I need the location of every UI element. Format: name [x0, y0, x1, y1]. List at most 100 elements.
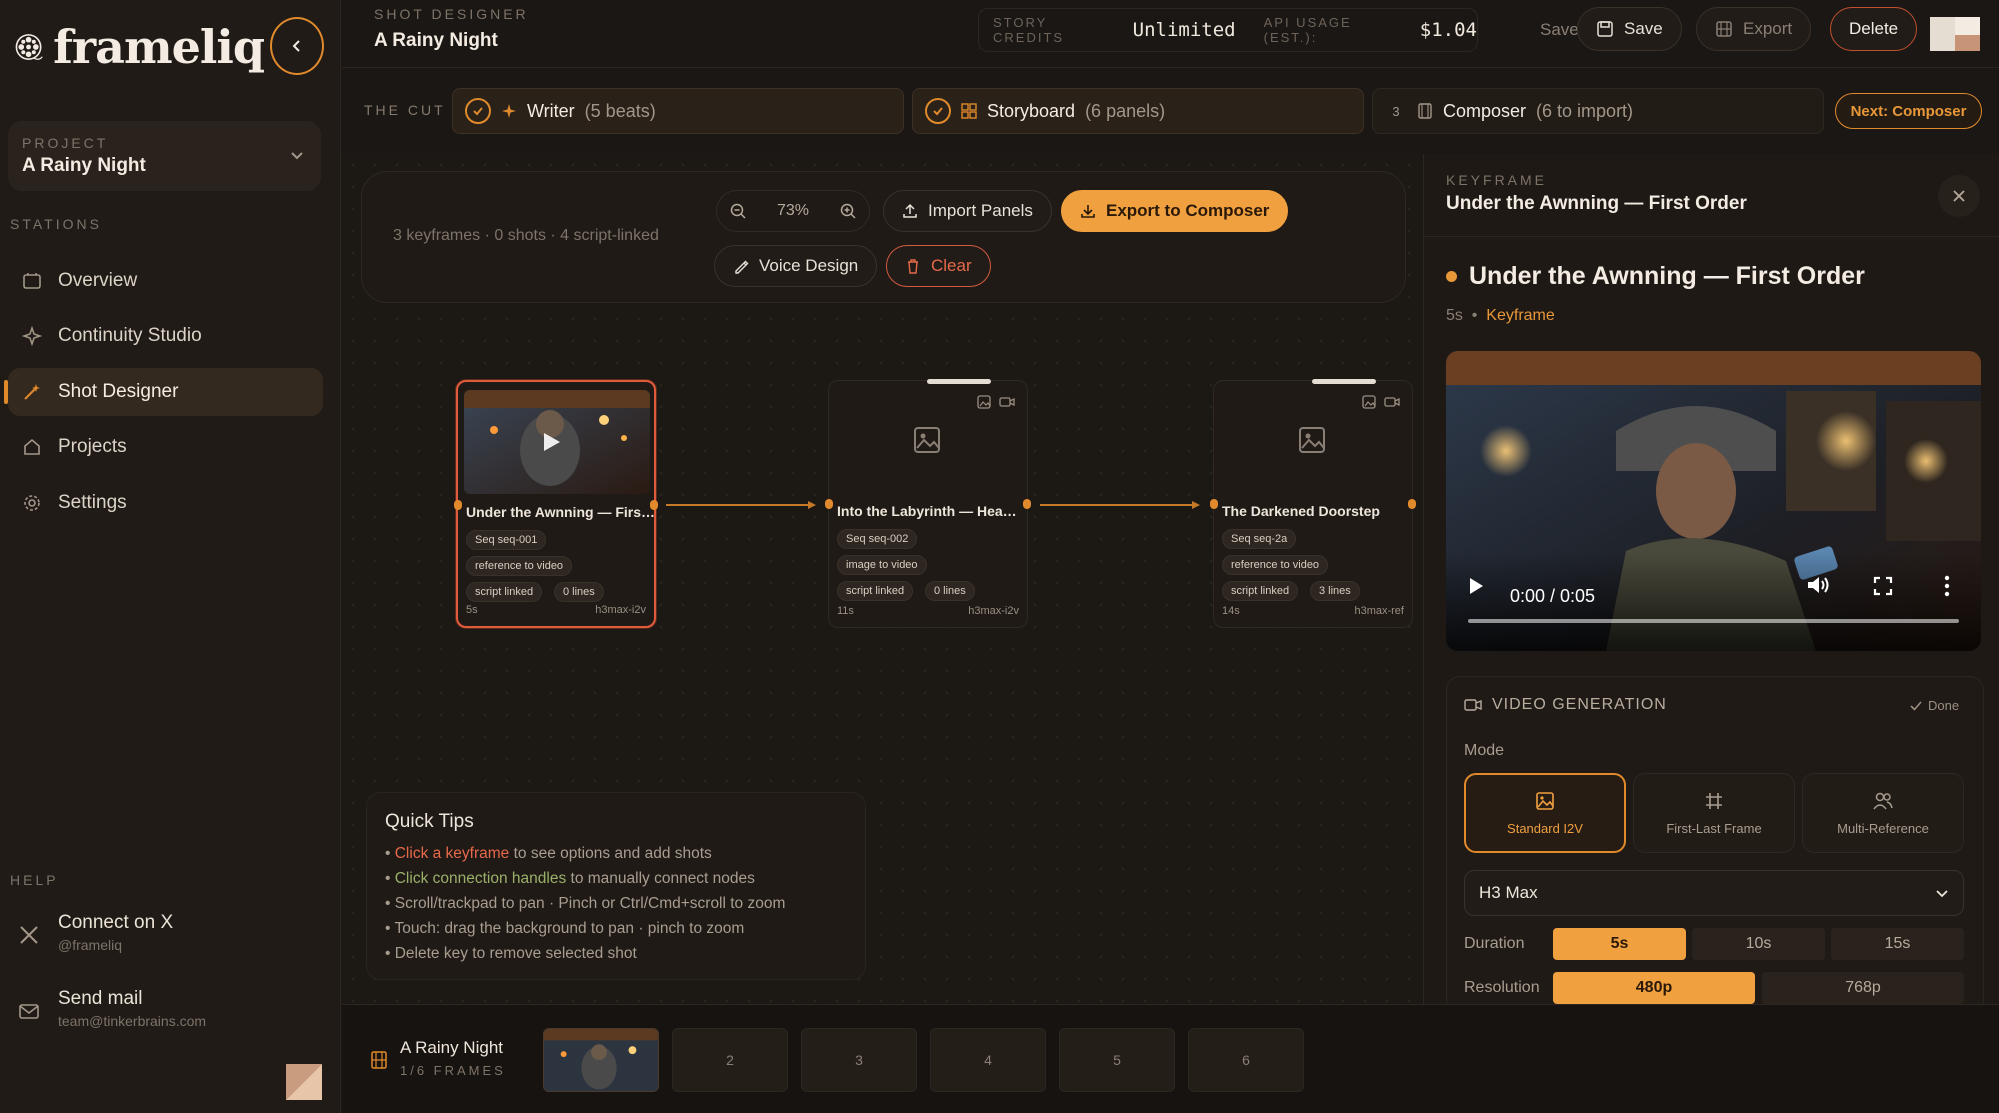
keyframe-meta: 5s • Keyframe	[1446, 307, 1555, 325]
connection-handle[interactable]	[1210, 499, 1218, 509]
keyframe-node[interactable]: Into the Labyrinth — Hea… Seq seq-002 im…	[825, 379, 1031, 628]
export-to-composer-button[interactable]: Export to Composer	[1061, 190, 1289, 232]
app-logo[interactable]: frameliq	[14, 12, 265, 82]
fullscreen-icon[interactable]	[1873, 576, 1893, 596]
model-select[interactable]: H3 Max	[1464, 870, 1964, 916]
connection-edge[interactable]	[666, 501, 816, 509]
zoom-out-icon	[730, 203, 746, 219]
connection-handle[interactable]	[825, 499, 833, 509]
help-item-title: Send mail	[58, 988, 143, 1009]
export-button[interactable]: Export	[1696, 7, 1812, 51]
video-progress-bar[interactable]	[1468, 619, 1959, 623]
connection-handle[interactable]	[454, 500, 462, 510]
more-options-icon[interactable]	[1944, 575, 1950, 597]
sidebar-item-settings[interactable]: Settings	[8, 479, 323, 527]
image-placeholder-icon	[914, 427, 940, 453]
image-icon[interactable]	[1362, 395, 1376, 409]
import-panels-button[interactable]: Import Panels	[883, 190, 1052, 232]
mode-standard-i2v[interactable]: Standard I2V	[1464, 773, 1626, 853]
avatar[interactable]	[286, 1064, 322, 1100]
play-icon[interactable]	[1468, 577, 1484, 595]
node-tag	[927, 379, 991, 384]
mode-first-last-frame[interactable]: First-Last Frame	[1633, 773, 1795, 853]
chevron-down-icon	[291, 152, 303, 160]
chevron-down-icon	[1936, 890, 1948, 898]
step-number: 3	[1392, 103, 1400, 119]
video-player[interactable]: 0:00 / 0:05	[1446, 351, 1981, 651]
sidebar-item-label: Projects	[58, 436, 127, 457]
frame-slot[interactable]: 4	[930, 1028, 1046, 1092]
keyframe-node[interactable]: Under the Awnning — Firs… Seq seq-001 re…	[454, 380, 658, 628]
stations-caption: STATIONS	[10, 216, 102, 232]
clear-button[interactable]: Clear	[886, 245, 991, 287]
connection-handle[interactable]	[650, 500, 658, 510]
canvas-summary: 3 keyframes · 0 shots · 4 script-linked	[393, 227, 659, 245]
frame-slot[interactable]: 5	[1059, 1028, 1175, 1092]
sequence-chip: Seq seq-002	[837, 529, 918, 549]
sparkle-icon	[502, 104, 516, 118]
story-credits-label: STORY CREDITS	[993, 15, 1065, 45]
help-item-subtitle: @frameliq	[58, 937, 123, 953]
resolution-option-768p[interactable]: 768p	[1762, 972, 1964, 1004]
film-reel-logo-icon	[15, 34, 43, 60]
sidebar-item-label: Shot Designer	[58, 381, 179, 402]
sidebar-item-continuity-studio[interactable]: Continuity Studio	[8, 312, 323, 360]
check-icon	[1910, 700, 1922, 711]
video-generation-header: VIDEO GENERATION	[1464, 696, 1667, 714]
step-writer[interactable]: Writer (5 beats)	[452, 88, 904, 134]
mode-multi-reference[interactable]: Multi-Reference	[1802, 773, 1964, 853]
sidebar-item-label: Settings	[58, 492, 127, 513]
chevron-left-icon	[292, 40, 300, 52]
mode-label-text: First-Last Frame	[1666, 820, 1762, 836]
video-timecode: 0:00 / 0:05	[1510, 586, 1596, 606]
image-icon[interactable]	[977, 395, 991, 409]
connection-handle[interactable]	[1408, 499, 1416, 509]
theme-toggle[interactable]	[1930, 17, 1980, 51]
send-mail-link[interactable]: Send mail team@tinkerbrains.com	[18, 988, 206, 1029]
lines-chip: 3 lines	[1310, 581, 1360, 601]
frame-slot[interactable]: 3	[801, 1028, 917, 1092]
node-media-icons	[1362, 395, 1400, 409]
frame-thumbnail	[544, 1029, 658, 1091]
close-inspector-button[interactable]	[1938, 175, 1980, 217]
keyframe-node[interactable]: The Darkened Doorstep Seq seq-2a referen…	[1210, 379, 1416, 628]
inspector-caption: KEYFRAME	[1446, 172, 1548, 188]
collapse-sidebar-button[interactable]	[270, 17, 324, 75]
meta-separator: •	[1471, 307, 1478, 324]
tip-line: • Delete key to remove selected shot	[385, 945, 637, 962]
save-button[interactable]: Save	[1577, 7, 1682, 51]
project-selector[interactable]: PROJECT A Rainy Night	[8, 121, 321, 191]
duration-option-10s[interactable]: 10s	[1692, 928, 1825, 960]
sidebar-item-overview[interactable]: Overview	[8, 257, 323, 305]
brand-wordmark: frameliq	[53, 20, 265, 74]
delete-button[interactable]: Delete	[1830, 7, 1918, 51]
mode-label-text: Standard I2V	[1507, 820, 1583, 836]
volume-icon[interactable]	[1806, 575, 1830, 595]
duration-option-5s[interactable]: 5s	[1553, 928, 1686, 960]
resolution-option-480p[interactable]: 480p	[1553, 972, 1755, 1004]
film-icon	[1716, 21, 1732, 37]
sidebar-item-projects[interactable]: Projects	[8, 423, 323, 471]
frame-slot[interactable]: 2	[672, 1028, 788, 1092]
sidebar-item-shot-designer[interactable]: Shot Designer	[4, 368, 323, 416]
video-camera-icon[interactable]	[999, 395, 1015, 409]
mode-label-text: Multi-Reference	[1837, 820, 1929, 836]
duration-option-15s[interactable]: 15s	[1831, 928, 1964, 960]
step-storyboard[interactable]: Storyboard (6 panels)	[912, 88, 1364, 134]
video-camera-icon[interactable]	[1384, 395, 1400, 409]
connect-on-x-link[interactable]: Connect on X @frameliq	[18, 912, 173, 953]
connection-handle[interactable]	[1023, 499, 1031, 509]
frame-slot[interactable]: 6	[1188, 1028, 1304, 1092]
step-composer[interactable]: 3 Composer (6 to import)	[1372, 88, 1824, 134]
keyframe-duration: 5s	[1446, 307, 1463, 324]
zoom-out-button[interactable]	[729, 202, 747, 220]
export-label: Export	[1743, 19, 1793, 38]
zoom-in-button[interactable]	[839, 202, 857, 220]
voice-design-button[interactable]: Voice Design	[714, 245, 878, 287]
next-composer-button[interactable]: Next: Composer	[1835, 93, 1982, 129]
connection-edge[interactable]	[1040, 501, 1200, 509]
frame-slot[interactable]	[543, 1028, 659, 1092]
download-icon	[1081, 205, 1095, 218]
script-link-chip: script linked	[837, 581, 914, 601]
video-generation-title: VIDEO GENERATION	[1492, 696, 1667, 713]
